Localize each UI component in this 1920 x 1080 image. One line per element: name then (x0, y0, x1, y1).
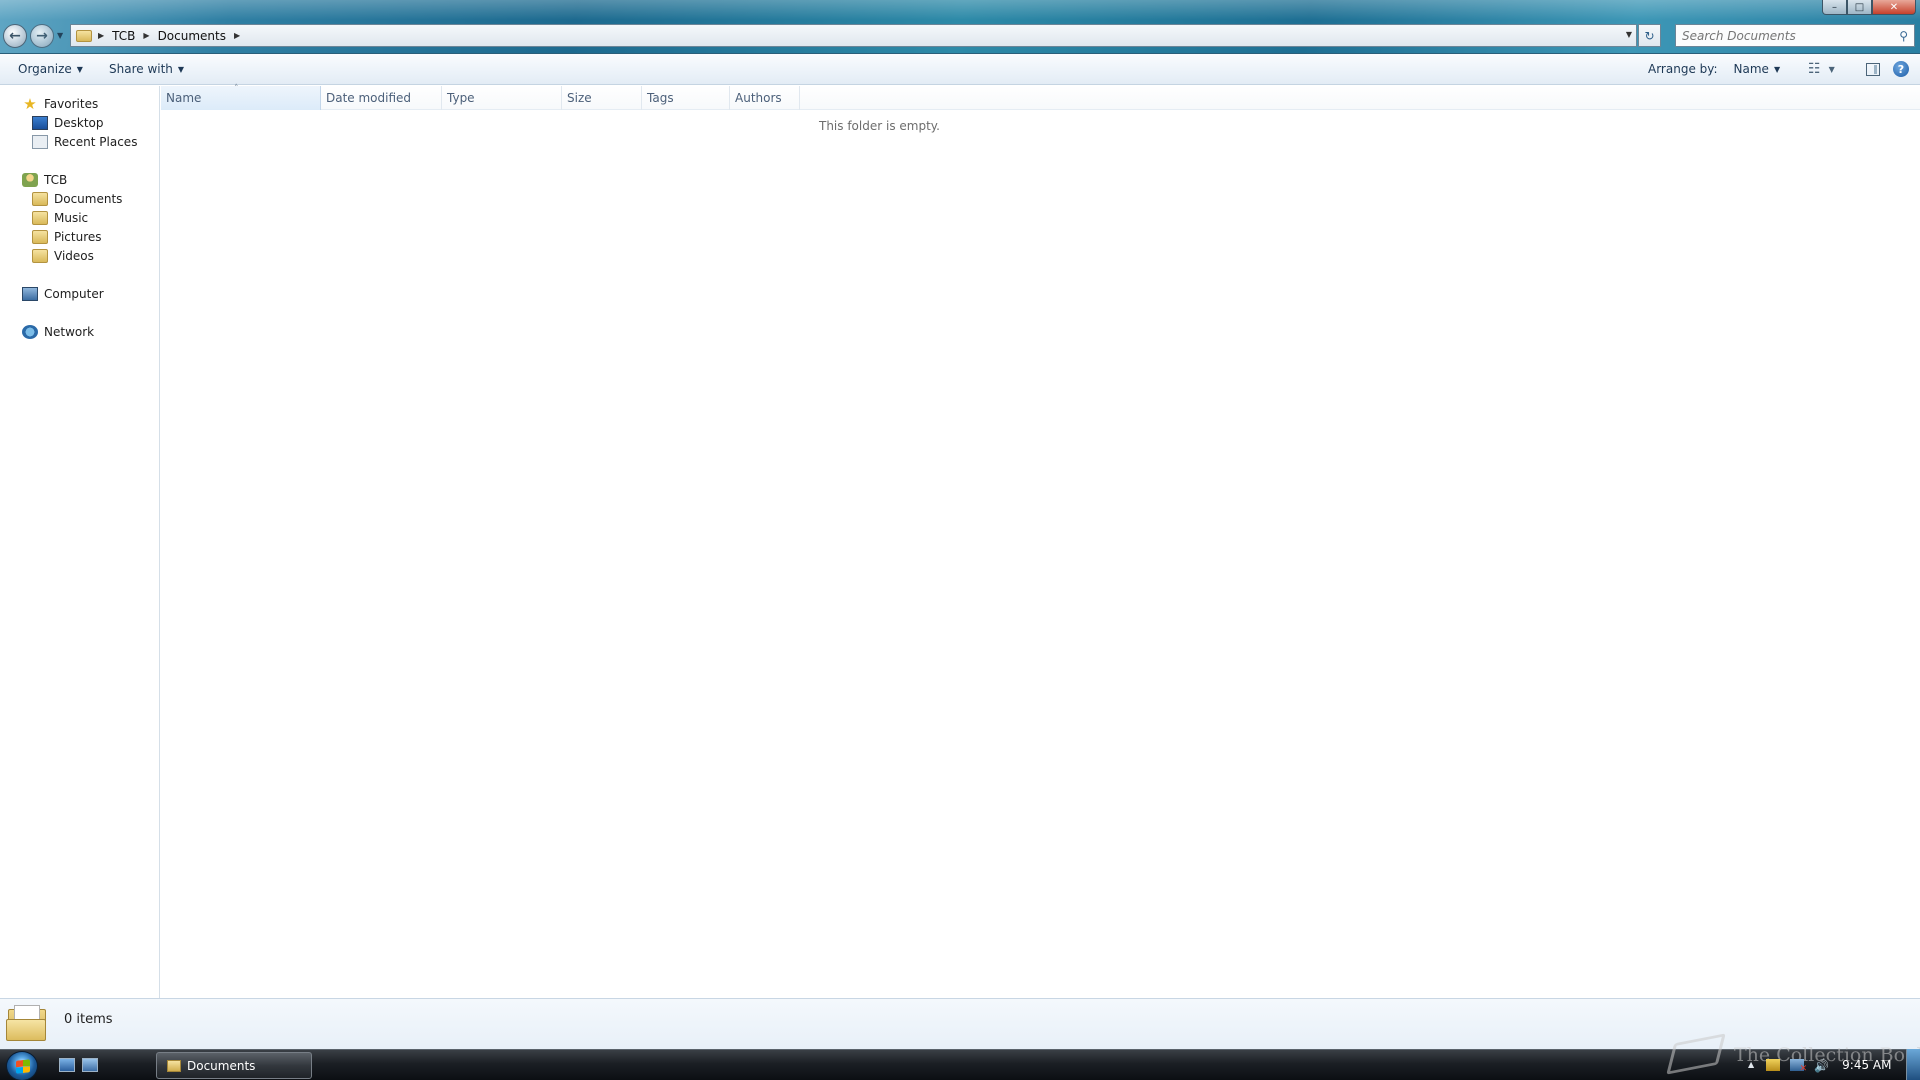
nav-desktop-label: Desktop (54, 116, 104, 130)
column-header-name[interactable]: ˄ Name (161, 84, 321, 110)
back-arrow-icon: ← (9, 28, 21, 44)
chevron-down-icon: ▼ (177, 64, 185, 74)
search-box[interactable]: ⚲ (1675, 24, 1915, 47)
column-tags-label: Tags (647, 91, 674, 105)
volume-icon[interactable]: 🔊 (1814, 1059, 1829, 1073)
preview-pane-toggle[interactable] (1866, 62, 1880, 76)
column-name-label: Name (166, 91, 202, 105)
breadcrumb-separator-icon[interactable]: ▶ (98, 31, 104, 40)
item-count: 0 items (64, 1012, 113, 1027)
system-tray: ▲ 🔊 9:45 AM (1748, 1049, 1901, 1080)
nav-documents[interactable]: Documents (32, 190, 122, 208)
nav-recent-places[interactable]: Recent Places (32, 133, 137, 151)
network-status-icon[interactable] (1790, 1058, 1807, 1074)
minimize-button[interactable]: – (1822, 0, 1847, 15)
help-button[interactable]: ? (1893, 61, 1909, 77)
close-button[interactable]: ✕ (1872, 0, 1916, 15)
nav-favorites[interactable]: ★ Favorites (22, 95, 98, 113)
desktop-icon (32, 116, 48, 130)
nav-desktop[interactable]: Desktop (32, 114, 104, 132)
nav-network[interactable]: Network (22, 323, 94, 341)
search-input[interactable] (1682, 28, 1892, 43)
column-authors-label: Authors (735, 91, 782, 105)
refresh-icon: ↻ (1644, 28, 1655, 43)
window-title-bar: ← → ▼ ▶ TCB ▶ Documents ▶ ▼ ↻ ⚲ – □ ✕ (0, 0, 1920, 54)
nav-documents-label: Documents (54, 192, 123, 206)
computer-icon (22, 287, 38, 301)
clock[interactable]: 9:45 AM (1842, 1058, 1891, 1072)
views-icon: ☷ (1808, 61, 1820, 77)
breadcrumb-separator-icon[interactable]: ▶ (234, 31, 240, 40)
nav-videos-label: Videos (54, 249, 94, 263)
file-list[interactable]: ˄ Name Date modified Type Size Tags Auth… (161, 84, 1920, 998)
forward-arrow-icon: → (36, 28, 48, 44)
recent-places-icon (32, 135, 48, 149)
organize-label: Organize (18, 62, 72, 76)
maximize-button[interactable]: □ (1847, 0, 1872, 15)
user-folder-icon (22, 173, 38, 187)
pictures-folder-icon (32, 230, 48, 244)
window-controls: – □ ✕ (1822, 0, 1916, 15)
column-header-tags[interactable]: Tags (642, 86, 730, 110)
nav-pictures[interactable]: Pictures (32, 228, 102, 246)
arrange-by-label: Arrange by: (1648, 62, 1718, 76)
nav-videos[interactable]: Videos (32, 247, 94, 265)
column-type-label: Type (447, 91, 475, 105)
nav-network-label: Network (44, 325, 95, 339)
column-header-type[interactable]: Type (442, 86, 562, 110)
question-mark-icon: ? (1897, 62, 1905, 76)
star-icon: ★ (23, 95, 37, 113)
share-with-label: Share with (109, 62, 173, 76)
arrange-by-control: Arrange by: Name ▼ (1648, 62, 1780, 76)
back-button[interactable]: ← (3, 24, 27, 48)
nav-user-label: TCB (44, 173, 68, 187)
network-icon (22, 325, 38, 339)
nav-music-label: Music (54, 211, 89, 225)
address-history-dropdown-icon[interactable]: ▼ (1626, 30, 1632, 39)
nav-music[interactable]: Music (32, 209, 88, 227)
chevron-down-icon: ▼ (76, 64, 83, 74)
folder-icon (76, 29, 92, 42)
show-hidden-icons-icon[interactable]: ▲ (1748, 1060, 1754, 1069)
column-size-label: Size (567, 91, 592, 105)
nav-user-tcb[interactable]: TCB (22, 171, 67, 189)
folder-icon (6, 1005, 48, 1043)
navigation-pane: ★ Favorites Desktop Recent Places TCB Do… (0, 86, 160, 998)
refresh-button[interactable]: ↻ (1638, 24, 1661, 47)
nav-favorites-label: Favorites (44, 97, 99, 111)
nav-pictures-label: Pictures (54, 230, 102, 244)
nav-computer-label: Computer (44, 287, 104, 301)
magnifier-icon[interactable]: ⚲ (1899, 29, 1908, 43)
address-bar[interactable]: ▶ TCB ▶ Documents ▶ ▼ (70, 24, 1637, 47)
breadcrumb-separator-icon[interactable]: ▶ (143, 31, 149, 40)
change-view-button[interactable]: ☷ ▼ (1808, 61, 1835, 77)
show-desktop-button[interactable] (1906, 1049, 1920, 1080)
arrange-by-value: Name (1733, 62, 1769, 76)
column-date-label: Date modified (326, 91, 412, 105)
column-header-authors[interactable]: Authors (730, 86, 800, 110)
forward-button[interactable]: → (30, 24, 54, 48)
chevron-down-icon[interactable]: ▼ (1829, 65, 1835, 74)
system-tray-layer: ▲ 🔊 9:45 AM (0, 1049, 1920, 1080)
videos-folder-icon (32, 249, 48, 263)
recent-pages-dropdown[interactable]: ▼ (57, 31, 63, 40)
share-with-button[interactable]: Share with ▼ (100, 57, 193, 81)
column-header-date-modified[interactable]: Date modified (321, 86, 442, 110)
chevron-down-icon: ▼ (1773, 64, 1781, 74)
nav-computer[interactable]: Computer (22, 285, 104, 303)
sort-ascending-icon: ˄ (234, 84, 239, 94)
documents-folder-icon (32, 192, 48, 206)
power-icon[interactable] (1766, 1058, 1781, 1071)
details-pane: 0 items (0, 998, 1920, 1049)
organize-button[interactable]: Organize ▼ (9, 57, 92, 81)
column-header-size[interactable]: Size (562, 86, 642, 110)
empty-folder-message: This folder is empty. (819, 119, 940, 133)
arrange-by-dropdown[interactable]: Name ▼ (1734, 62, 1781, 76)
column-header-row: ˄ Name Date modified Type Size Tags Auth… (161, 84, 1920, 110)
music-folder-icon (32, 211, 48, 225)
breadcrumb-documents[interactable]: Documents (158, 29, 226, 43)
breadcrumb-tcb[interactable]: TCB (112, 29, 135, 43)
command-bar: Organize ▼ Share with ▼ Arrange by: Name… (0, 54, 1920, 85)
nav-recent-places-label: Recent Places (54, 135, 138, 149)
